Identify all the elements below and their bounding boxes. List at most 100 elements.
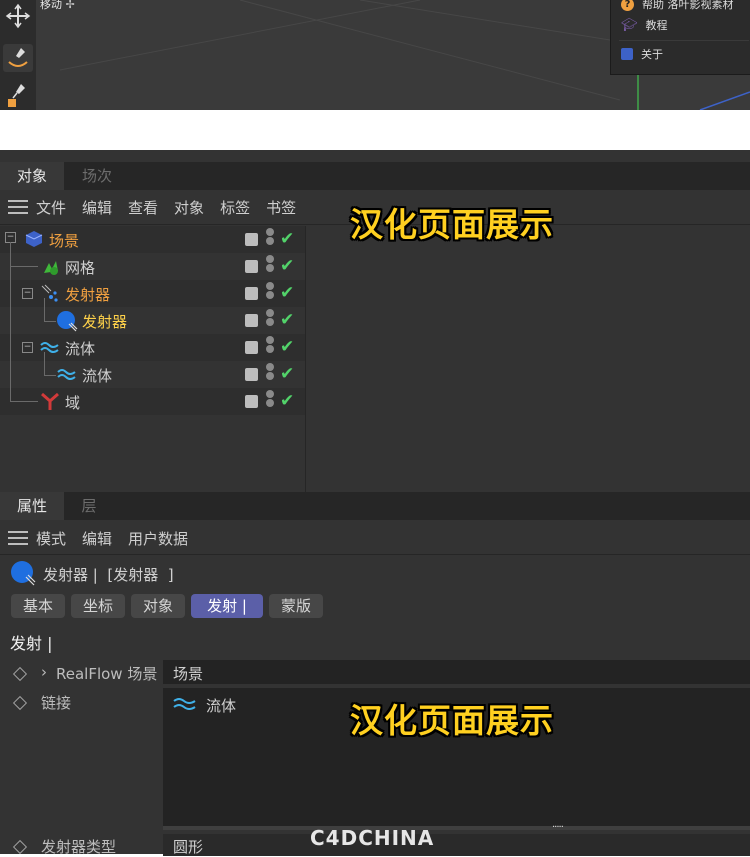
tree-row-fluid-group[interactable]: − 流体 ✔ <box>0 334 305 361</box>
watermark: C4DCHINA <box>310 826 435 850</box>
tree-item-label: 域 <box>65 394 81 412</box>
menu-mode[interactable]: 模式 <box>36 528 66 549</box>
edit-icon[interactable] <box>245 233 258 246</box>
menu-item-label: 教程 <box>645 19 668 32</box>
tab-coordinates[interactable]: 坐标 <box>71 594 125 618</box>
help-dropdown-menu: ? 帮助 洛叶影视素材 🎓︎ 教程 关于 <box>610 0 750 75</box>
emitter-group-icon <box>41 284 58 302</box>
spline-pen-tool-button[interactable] <box>3 44 33 72</box>
object-title: 发射器 | [发射器 ] <box>43 566 174 584</box>
pen-icon <box>8 84 25 107</box>
tree-row-mesh[interactable]: 网格 ✔ <box>0 253 305 280</box>
menu-item-help[interactable]: ? 帮助 洛叶影视素材 <box>621 0 734 14</box>
tree-item-label: 发射器 <box>65 286 111 304</box>
collapse-toggle-icon[interactable]: − <box>22 342 33 353</box>
enabled-check-icon[interactable]: ✔ <box>280 364 294 384</box>
visibility-dots-icon[interactable] <box>266 390 275 408</box>
tree-row-scene[interactable]: − 场景 ✔ <box>0 226 305 253</box>
3d-viewport[interactable]: 移动 ✢ ? 帮助 洛叶影视素材 🎓︎ 教程 关于 <box>0 0 750 110</box>
attribute-manager-menubar: 模式 编辑 用户数据 <box>0 522 750 554</box>
expand-chevron-icon[interactable]: › <box>41 663 47 681</box>
tutorial-icon: 🎓︎ <box>621 17 638 33</box>
enabled-check-icon[interactable]: ✔ <box>280 310 294 330</box>
keyframe-diamond-icon[interactable] <box>12 839 28 855</box>
keyframe-diamond-icon[interactable] <box>12 695 28 711</box>
move-cross-icon: ✢ <box>65 0 75 11</box>
hamburger-menu-icon[interactable] <box>8 200 28 214</box>
menu-edit[interactable]: 编辑 <box>82 197 112 218</box>
menu-tags[interactable]: 标签 <box>220 197 250 218</box>
tab-object[interactable]: 对象 <box>131 594 185 618</box>
emitter-type-dropdown[interactable]: 圆形 <box>163 834 750 856</box>
edit-icon[interactable] <box>245 287 258 300</box>
menu-user-data[interactable]: 用户数据 <box>128 528 188 549</box>
tab-mask[interactable]: 蒙版 <box>269 594 323 618</box>
visibility-dots-icon[interactable] <box>266 228 275 246</box>
enabled-check-icon[interactable]: ✔ <box>280 256 294 276</box>
visibility-dots-icon[interactable] <box>266 282 275 300</box>
domain-icon <box>41 392 59 410</box>
keyframe-diamond-icon[interactable] <box>12 666 28 682</box>
realflow-scene-value: 场景 <box>173 665 204 683</box>
tab-takes[interactable]: 场次 <box>64 162 130 190</box>
tree-row-domain[interactable]: 域 ✔ <box>0 388 305 415</box>
tree-connector <box>10 266 38 267</box>
menu-bookmarks[interactable]: 书签 <box>266 197 296 218</box>
viewport-mode-label: 移动 ✢ <box>40 0 75 12</box>
link-item-label: 流体 <box>206 697 237 715</box>
menu-item-tutorial[interactable]: 🎓︎ 教程 <box>621 15 668 35</box>
menu-item-label: 帮助 洛叶影视素材 <box>642 0 734 11</box>
enabled-check-icon[interactable]: ✔ <box>280 229 294 249</box>
resize-handle[interactable] <box>163 826 750 830</box>
visibility-dots-icon[interactable] <box>266 336 275 354</box>
menu-view[interactable]: 查看 <box>128 197 158 218</box>
visibility-dots-icon[interactable] <box>266 309 275 327</box>
tree-item-label: 场景 <box>49 232 80 250</box>
menu-edit[interactable]: 编辑 <box>82 528 112 549</box>
tree-row-emitter-group[interactable]: − 发射器 ✔ <box>0 280 305 307</box>
object-manager-panel: 对象 场次 文件 编辑 查看 对象 标签 书签 − 场景 ✔ 网格 ✔ − 发射… <box>0 150 750 492</box>
about-icon <box>621 48 633 60</box>
attribute-manager-tabbar: 属性 层 <box>0 492 750 520</box>
tab-layers[interactable]: 层 <box>64 492 114 520</box>
tree-connector <box>44 352 45 375</box>
edit-icon[interactable] <box>245 341 258 354</box>
menu-divider <box>619 40 749 41</box>
fluid-icon <box>57 369 76 380</box>
menu-item-label: 关于 <box>641 48 663 61</box>
resize-dots-icon: ..... <box>552 819 564 830</box>
visibility-dots-icon[interactable] <box>266 255 275 273</box>
hamburger-menu-icon[interactable] <box>8 531 28 545</box>
edit-icon[interactable] <box>245 368 258 381</box>
tab-attributes[interactable]: 属性 <box>0 492 64 520</box>
tab-basic[interactable]: 基本 <box>11 594 65 618</box>
menu-item-about[interactable]: 关于 <box>621 44 663 64</box>
section-title: 发射 | <box>10 634 53 653</box>
enabled-check-icon[interactable]: ✔ <box>280 391 294 411</box>
tab-emission[interactable]: 发射 | <box>191 594 263 618</box>
menu-file[interactable]: 文件 <box>36 197 66 218</box>
realflow-scene-label: RealFlow 场景 <box>56 665 158 683</box>
edit-icon[interactable] <box>245 260 258 273</box>
move-tool-button[interactable] <box>3 2 33 30</box>
enabled-check-icon[interactable]: ✔ <box>280 283 294 303</box>
tree-item-label: 发射器 <box>82 313 128 331</box>
fluid-icon <box>40 342 59 353</box>
tree-connector <box>44 321 56 322</box>
edit-icon[interactable] <box>245 395 258 408</box>
menu-object[interactable]: 对象 <box>174 197 204 218</box>
tree-connector <box>10 401 38 402</box>
pen-curve-icon <box>8 48 28 67</box>
scene-icon <box>25 231 43 247</box>
emitter-icon <box>11 561 36 586</box>
tab-objects[interactable]: 对象 <box>0 162 64 190</box>
visibility-dots-icon[interactable] <box>266 363 275 381</box>
collapse-toggle-icon[interactable]: − <box>22 288 33 299</box>
pen-tool-button[interactable] <box>3 80 33 108</box>
realflow-scene-field[interactable]: 场景 <box>163 660 750 684</box>
help-icon: ? <box>621 0 634 11</box>
divider <box>0 554 750 555</box>
column-divider <box>305 226 306 492</box>
enabled-check-icon[interactable]: ✔ <box>280 337 294 357</box>
edit-icon[interactable] <box>245 314 258 327</box>
